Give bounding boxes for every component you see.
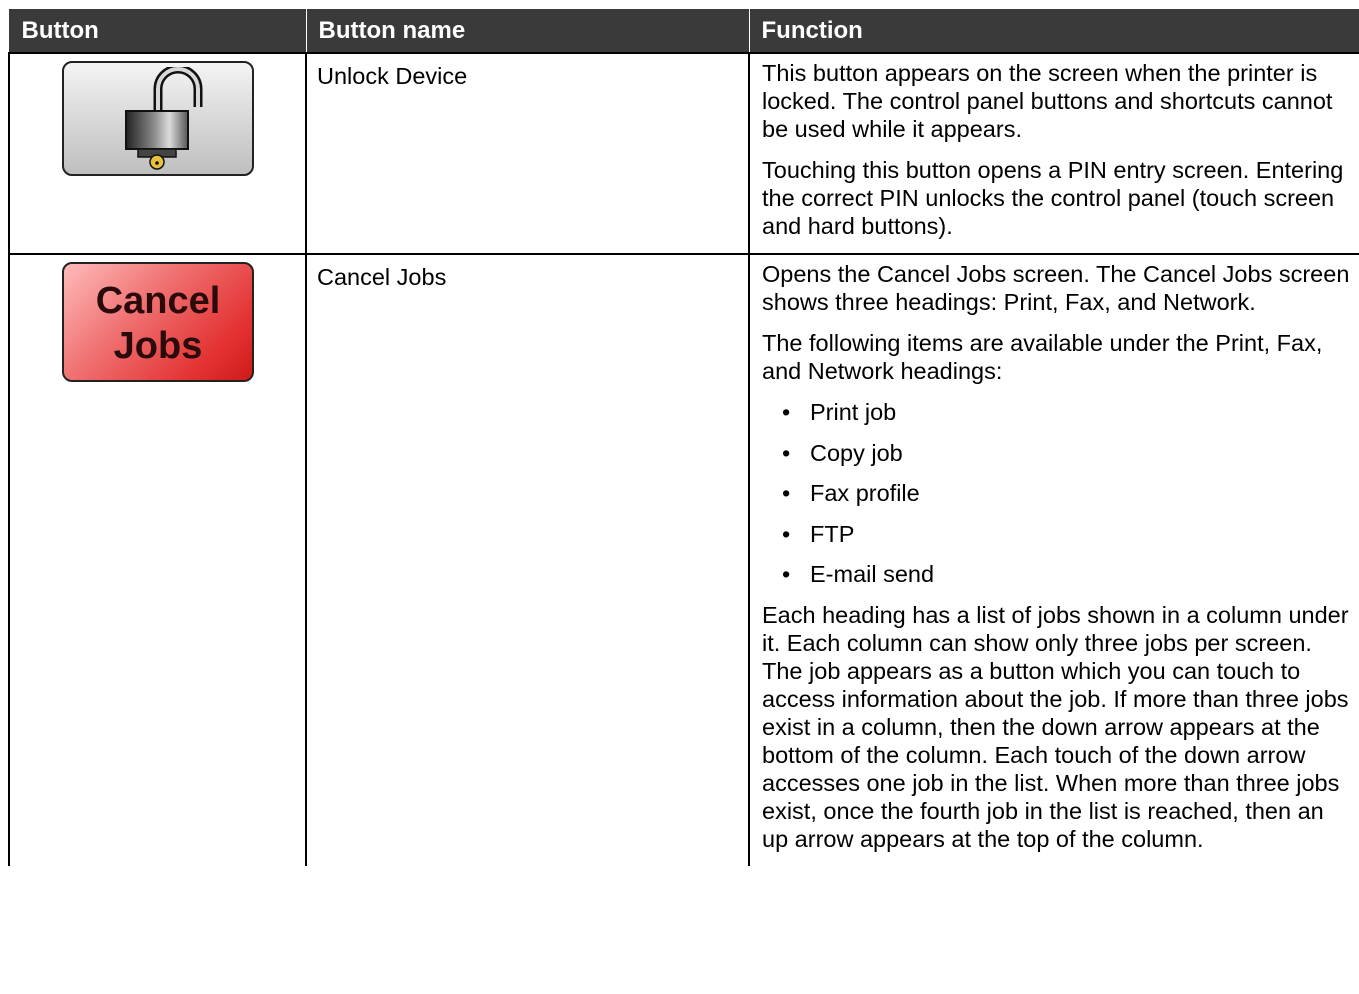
button-image-cell: Cancel Jobs bbox=[8, 253, 307, 866]
function-cell: This button appears on the screen when t… bbox=[748, 52, 1359, 255]
cancel-jobs-button: Cancel Jobs bbox=[62, 262, 254, 382]
list-item: Copy job bbox=[778, 439, 1355, 467]
unlock-device-button bbox=[62, 61, 254, 176]
button-reference-table: Button Button name Function Unlock Devic… bbox=[8, 9, 1359, 866]
table-row: Unlock Device This button appears on the… bbox=[8, 52, 1359, 255]
function-item-list: Print job Copy job Fax profile FTP E-mai… bbox=[762, 398, 1355, 588]
list-item: Print job bbox=[778, 398, 1355, 426]
header-button: Button bbox=[8, 9, 306, 53]
button-image-cell bbox=[8, 52, 307, 255]
header-function: Function bbox=[748, 9, 1359, 53]
function-cell: Opens the Cancel Jobs screen. The Cancel… bbox=[748, 253, 1359, 866]
function-paragraph: Touching this button opens a PIN entry s… bbox=[762, 157, 1344, 239]
list-item: Fax profile bbox=[778, 479, 1355, 507]
table-row: Cancel Jobs Cancel Jobs Opens the Cancel… bbox=[8, 253, 1359, 866]
list-item: E-mail send bbox=[778, 560, 1355, 588]
list-item: FTP bbox=[778, 520, 1355, 548]
function-paragraph: The following items are available under … bbox=[762, 330, 1323, 384]
table-header-row: Button Button name Function bbox=[8, 9, 1359, 53]
function-paragraph: Opens the Cancel Jobs screen. The Cancel… bbox=[762, 261, 1350, 315]
unlock-padlock-icon bbox=[125, 67, 203, 170]
cancel-jobs-button-label: Cancel bbox=[95, 280, 221, 322]
cancel-jobs-button-label: Jobs bbox=[113, 325, 203, 367]
function-paragraph: Each heading has a list of jobs shown in… bbox=[762, 602, 1349, 852]
button-name-cancel-jobs: Cancel Jobs bbox=[305, 253, 750, 866]
button-name-unlock-device: Unlock Device bbox=[305, 52, 750, 255]
function-paragraph: This button appears on the screen when t… bbox=[762, 60, 1333, 142]
header-button-name: Button name bbox=[305, 9, 749, 53]
